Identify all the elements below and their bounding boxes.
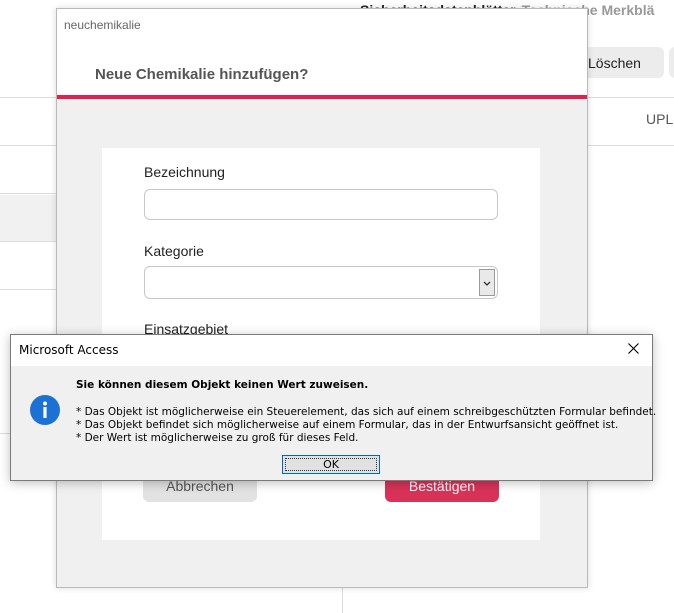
close-icon (627, 341, 639, 359)
background-divider (0, 289, 56, 290)
dialog-titlebar: Microsoft Access (11, 335, 652, 366)
window-title: neuchemikalie (64, 18, 141, 32)
kategorie-label: Kategorie (144, 243, 204, 259)
chevron-down-icon (483, 274, 491, 292)
form-header: neuchemikalie Neue Chemikalie hinzufügen… (57, 9, 587, 97)
background-row-highlight (0, 195, 56, 241)
message-box-dialog: Microsoft Access Sie können diesem Objek… (10, 334, 656, 481)
background-divider (0, 97, 56, 98)
dialog-heading: Sie können diesem Objekt keinen Wert zuw… (76, 379, 369, 391)
ok-button[interactable]: OK (282, 455, 380, 474)
background-divider (0, 193, 56, 194)
upload-column-header: UPL (646, 111, 674, 127)
dialog-title: Microsoft Access (19, 343, 119, 357)
new-chemical-form-window: neuchemikalie Neue Chemikalie hinzufügen… (56, 8, 588, 588)
info-icon (30, 395, 60, 425)
dialog-body: Sie können diesem Objekt keinen Wert zuw… (11, 366, 656, 480)
kategorie-combobox[interactable] (144, 266, 498, 299)
background-column-divider (342, 588, 343, 613)
bezeichnung-input[interactable] (144, 189, 498, 220)
accent-bar (57, 95, 587, 99)
close-button[interactable] (622, 339, 644, 361)
focus-rectangle (285, 458, 377, 471)
background-divider (0, 145, 56, 146)
dialog-message-line: * Der Wert ist möglicherweise zu groß fü… (76, 432, 359, 444)
dialog-message-line: * Das Objekt ist möglicherweise ein Steu… (76, 406, 657, 418)
form-heading: Neue Chemikalie hinzufügen? (95, 66, 309, 83)
background-button-partial[interactable] (669, 47, 674, 78)
dialog-message-line: * Das Objekt befindet sich möglicherweis… (76, 419, 619, 431)
background-divider (0, 241, 56, 242)
background-divider (588, 145, 674, 146)
bezeichnung-label: Bezeichnung (144, 164, 225, 180)
dropdown-button[interactable] (479, 269, 495, 296)
background-divider (588, 97, 674, 98)
